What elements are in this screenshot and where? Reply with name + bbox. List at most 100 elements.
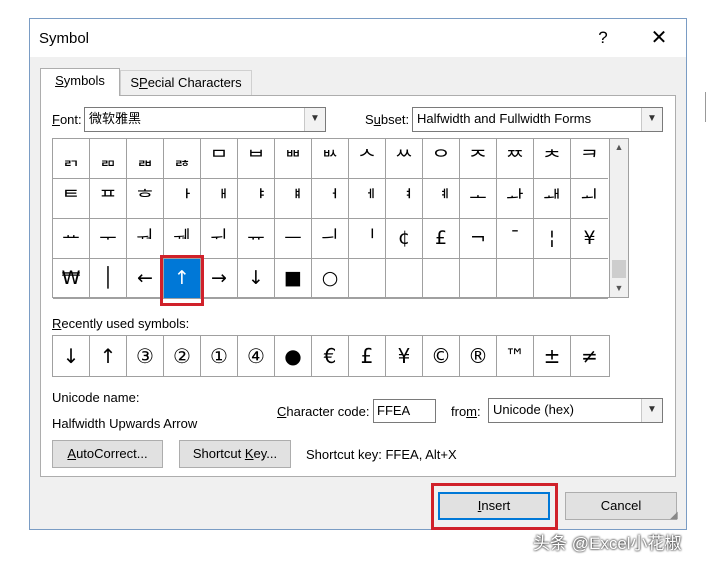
cancel-button[interactable]: Cancel bbox=[565, 492, 677, 520]
symbol-cell[interactable]: ← bbox=[127, 259, 164, 299]
symbol-cell[interactable]: ᄏ bbox=[571, 139, 608, 179]
help-button[interactable]: ? bbox=[590, 25, 616, 51]
symbol-cell[interactable]: ᄌ bbox=[460, 139, 497, 179]
recent-symbol-cell[interactable]: ↓ bbox=[53, 336, 90, 376]
character-code-label-text: haracter code: bbox=[286, 404, 370, 419]
symbol-cell[interactable]: ᆰ bbox=[53, 139, 90, 179]
symbol-cell[interactable]: → bbox=[201, 259, 238, 299]
subset-dropdown[interactable]: Halfwidth and Fullwidth Forms ▼ bbox=[412, 107, 663, 132]
symbol-cell[interactable]: ¯ bbox=[497, 219, 534, 259]
symbol-cell[interactable]: │ bbox=[90, 259, 127, 299]
symbol-cell[interactable] bbox=[497, 259, 534, 299]
symbol-cell[interactable]: ᅯ bbox=[127, 219, 164, 259]
from-dropdown[interactable]: Unicode (hex) ▼ bbox=[488, 398, 663, 423]
symbol-cell[interactable]: ᅱ bbox=[201, 219, 238, 259]
recent-symbol-cell[interactable]: £ bbox=[349, 336, 386, 376]
character-code-input[interactable]: FFEA bbox=[373, 399, 436, 423]
symbol-cell[interactable]: ¢ bbox=[386, 219, 423, 259]
symbol-cell[interactable]: ᄍ bbox=[497, 139, 534, 179]
symbol-cell[interactable] bbox=[423, 259, 460, 299]
recent-symbol-cell[interactable]: ↑ bbox=[90, 336, 127, 376]
symbol-cell[interactable]: ᅵ bbox=[349, 219, 386, 259]
scroll-up-icon[interactable]: ▲ bbox=[610, 139, 628, 156]
from-label-mnemonic: m bbox=[466, 404, 478, 419]
tab-special-characters[interactable]: SPecial Characters bbox=[120, 70, 252, 96]
resize-grip-icon[interactable]: ◢ bbox=[670, 510, 684, 524]
symbol-cell[interactable]: ᅴ bbox=[312, 219, 349, 259]
symbol-cell[interactable]: ᅣ bbox=[238, 179, 275, 219]
symbol-cell[interactable]: ᄇ bbox=[238, 139, 275, 179]
symbol-cell[interactable]: ᅤ bbox=[275, 179, 312, 219]
shortcut-key-button[interactable]: Shortcut Key... bbox=[179, 440, 291, 468]
symbol-cell[interactable]: ¥ bbox=[571, 219, 608, 259]
symbol-cell[interactable]: ᅧ bbox=[386, 179, 423, 219]
symbol-cell[interactable]: ᄡ bbox=[312, 139, 349, 179]
recent-symbol-cell[interactable]: ③ bbox=[127, 336, 164, 376]
symbol-cell[interactable]: ᅥ bbox=[312, 179, 349, 219]
symbol-cell[interactable]: ᄊ bbox=[386, 139, 423, 179]
subset-label: Subset: bbox=[365, 112, 409, 127]
symbol-cell[interactable]: £ bbox=[423, 219, 460, 259]
symbol-cell[interactable]: ᅪ bbox=[497, 179, 534, 219]
recent-symbol-cell[interactable]: € bbox=[312, 336, 349, 376]
recent-symbol-cell[interactable]: ① bbox=[201, 336, 238, 376]
recent-symbol-cell[interactable]: ¥ bbox=[386, 336, 423, 376]
recent-symbol-cell[interactable]: © bbox=[423, 336, 460, 376]
autocorrect-button[interactable]: AutoCorrect... bbox=[52, 440, 163, 468]
symbol-cell[interactable] bbox=[386, 259, 423, 299]
symbol-cell[interactable]: ᄉ bbox=[349, 139, 386, 179]
shortcut-key-mnemonic: K bbox=[244, 446, 254, 461]
recent-symbol-cell[interactable]: ® bbox=[460, 336, 497, 376]
symbol-cell[interactable]: ᄎ bbox=[534, 139, 571, 179]
symbol-cell[interactable]: ᅮ bbox=[90, 219, 127, 259]
tab-symbols[interactable]: Symbols bbox=[40, 68, 120, 96]
window-edge-divider bbox=[705, 92, 709, 122]
symbol-cell[interactable]: ᆶ bbox=[164, 139, 201, 179]
recently-used-grid[interactable]: ↓ ↑ ③ ② ① ④ ● € £ ¥ © ® ™ ± ≠ bbox=[52, 335, 610, 377]
symbol-cell[interactable]: ■ bbox=[275, 259, 312, 299]
symbol-cell[interactable]: ᄒ bbox=[127, 179, 164, 219]
recent-symbol-cell[interactable]: ™ bbox=[497, 336, 534, 376]
recent-symbol-cell[interactable]: ± bbox=[534, 336, 571, 376]
symbol-cell[interactable]: ᅬ bbox=[571, 179, 608, 219]
symbol-cell[interactable]: ᄆ bbox=[201, 139, 238, 179]
symbol-cell[interactable] bbox=[534, 259, 571, 299]
shortcut-key-pre: Shortcut bbox=[192, 446, 245, 461]
symbol-cell[interactable]: ¦ bbox=[534, 219, 571, 259]
recent-symbol-cell[interactable]: ④ bbox=[238, 336, 275, 376]
recent-symbol-cell[interactable]: ≠ bbox=[571, 336, 608, 376]
symbol-cell[interactable] bbox=[460, 259, 497, 299]
symbol-cell[interactable]: ᅢ bbox=[201, 179, 238, 219]
recent-symbol-cell[interactable]: ● bbox=[275, 336, 312, 376]
symbol-cell[interactable]: ᅰ bbox=[164, 219, 201, 259]
symbol-cell[interactable] bbox=[349, 259, 386, 299]
symbol-cell[interactable]: ᅫ bbox=[534, 179, 571, 219]
symbol-cell[interactable]: ᅨ bbox=[423, 179, 460, 219]
scrollbar-thumb[interactable] bbox=[612, 260, 626, 278]
scroll-down-icon[interactable]: ▼ bbox=[610, 280, 628, 297]
symbol-grid-scrollbar[interactable]: ▲ ▼ bbox=[610, 138, 629, 298]
symbol-cell[interactable]: ᅩ bbox=[460, 179, 497, 219]
symbol-cell[interactable]: ↓ bbox=[238, 259, 275, 299]
symbol-grid[interactable]: ᆰ ᆱ ᆲ ᆶ ᄆ ᄇ ᄈ ᄡ ᄉ ᄊ ᄋ ᄌ ᄍ ᄎ ᄏ ᄐ ᄑ ᄒ ᅡ ᅢ ᅣ ᅤ ᅥ ᅦ ᅧ ᅨ ᅩ ᅪ ᅫ ᅬ ᅭ ᅮ ᅯ ᅰ ᅱ ᅲ ᅳ ᅴ ᅵ ¢… bbox=[52, 138, 610, 299]
font-dropdown[interactable]: 微软雅黑 ▼ bbox=[84, 107, 326, 132]
recent-symbol-cell[interactable]: ② bbox=[164, 336, 201, 376]
symbol-cell[interactable]: ᅭ bbox=[53, 219, 90, 259]
symbol-cell[interactable]: ᅦ bbox=[349, 179, 386, 219]
watermark-text: 头条 @Excel小花椒 bbox=[533, 534, 682, 553]
symbol-cell[interactable]: ₩ bbox=[53, 259, 90, 299]
symbol-cell[interactable]: ᆱ bbox=[90, 139, 127, 179]
symbol-cell[interactable]: ᄑ bbox=[90, 179, 127, 219]
close-button[interactable]: ✕ bbox=[644, 25, 674, 51]
symbol-cell[interactable]: ᅡ bbox=[164, 179, 201, 219]
symbol-cell[interactable]: ᆲ bbox=[127, 139, 164, 179]
symbol-cell[interactable] bbox=[571, 259, 608, 299]
symbol-cell[interactable]: ᄈ bbox=[275, 139, 312, 179]
chevron-down-icon: ▼ bbox=[641, 108, 662, 131]
symbol-cell[interactable]: ○ bbox=[312, 259, 349, 299]
symbol-cell[interactable]: ᅲ bbox=[238, 219, 275, 259]
symbol-cell[interactable]: ᄋ bbox=[423, 139, 460, 179]
symbol-cell[interactable]: ᄐ bbox=[53, 179, 90, 219]
symbol-cell[interactable]: ᅳ bbox=[275, 219, 312, 259]
symbol-cell[interactable]: ¬ bbox=[460, 219, 497, 259]
